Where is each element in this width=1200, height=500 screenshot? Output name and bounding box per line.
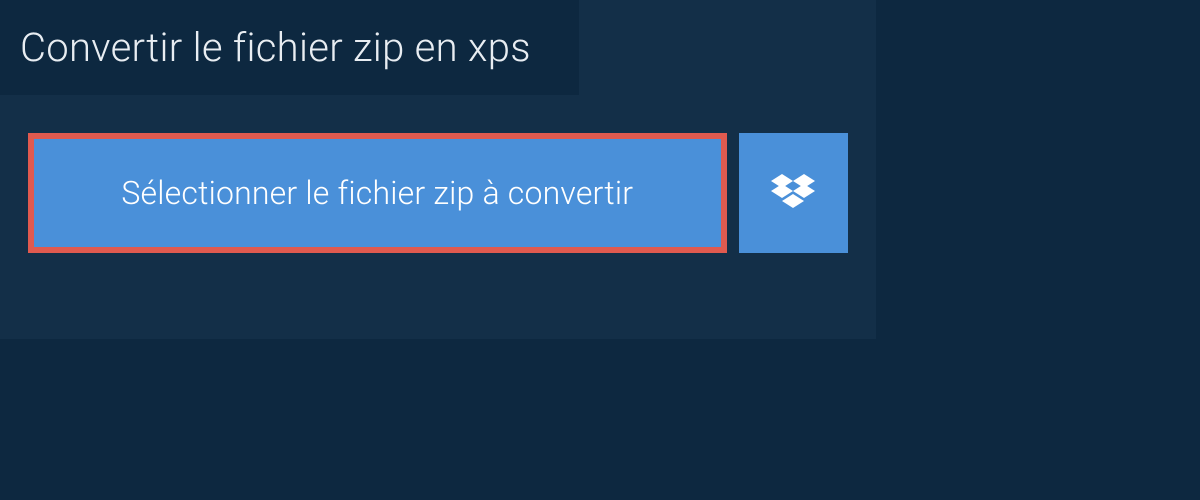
dropbox-button[interactable] <box>739 133 848 253</box>
dropbox-icon <box>771 174 815 212</box>
title-bar: Convertir le fichier zip en xps <box>0 0 579 95</box>
converter-panel: Convertir le fichier zip en xps Sélectio… <box>0 0 876 339</box>
select-file-label: Sélectionner le fichier zip à convertir <box>121 174 633 212</box>
select-file-button[interactable]: Sélectionner le fichier zip à convertir <box>28 133 727 253</box>
button-row: Sélectionner le fichier zip à convertir <box>0 95 876 291</box>
page-title: Convertir le fichier zip en xps <box>20 24 531 71</box>
